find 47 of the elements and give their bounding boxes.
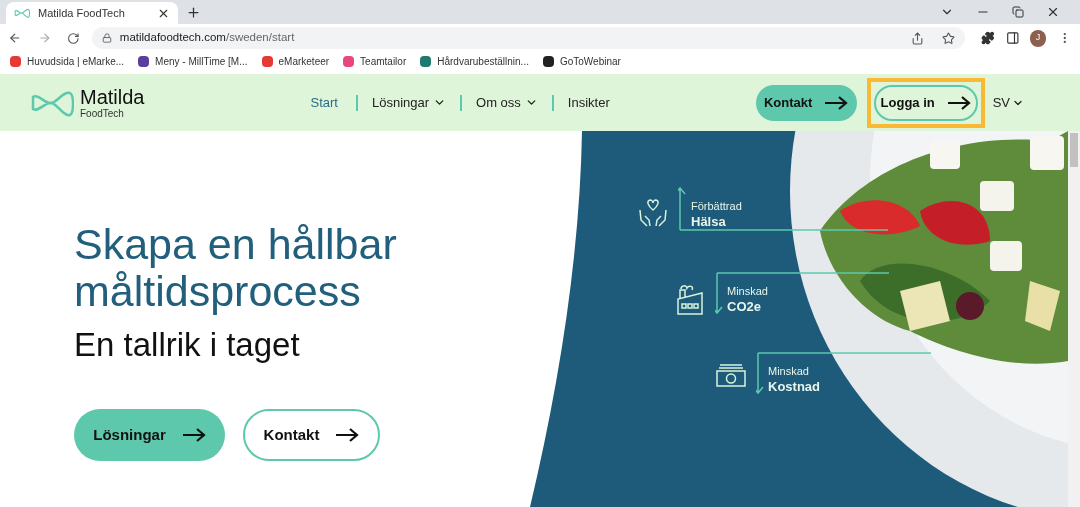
factory-icon bbox=[675, 283, 705, 315]
benefit-value: Kostnad bbox=[768, 378, 820, 396]
close-icon[interactable] bbox=[1046, 5, 1060, 19]
hero-title: Skapa en hållbar måltidsprocess bbox=[74, 221, 398, 316]
profile-avatar[interactable]: J bbox=[1029, 29, 1047, 47]
benefit-value: Hälsa bbox=[691, 213, 727, 231]
side-panel-icon[interactable] bbox=[1006, 31, 1020, 45]
arrow-icon bbox=[824, 95, 849, 110]
bookmark-star-icon[interactable] bbox=[941, 31, 955, 45]
new-tab-icon[interactable] bbox=[186, 5, 201, 20]
contact-button[interactable]: Kontakt bbox=[755, 84, 857, 121]
logo-icon bbox=[14, 8, 30, 18]
bookmark[interactable]: Teamtailor bbox=[343, 53, 407, 69]
nav-link[interactable]: Start bbox=[310, 92, 342, 113]
nav-link[interactable]: Lösningar bbox=[371, 92, 447, 113]
browser-tab[interactable]: Matilda FoodTech bbox=[6, 2, 178, 24]
restore-icon[interactable] bbox=[1012, 6, 1024, 18]
back-icon[interactable] bbox=[8, 31, 22, 45]
nav-link[interactable]: Insikter bbox=[567, 92, 614, 113]
solutions-button[interactable]: Lösningar bbox=[74, 409, 225, 462]
banknote-icon bbox=[716, 363, 746, 387]
bookmark[interactable]: eMarketeer bbox=[261, 53, 330, 69]
scrollbar[interactable] bbox=[1068, 131, 1080, 507]
heart-hands-icon bbox=[638, 198, 668, 228]
contact-button[interactable]: Kontakt bbox=[243, 409, 380, 462]
share-icon[interactable] bbox=[910, 31, 924, 45]
benefit-label: Minskad bbox=[768, 364, 810, 378]
arrow-icon bbox=[946, 95, 971, 110]
benefit-value: CO2e bbox=[727, 298, 762, 316]
arrow-icon bbox=[181, 428, 206, 443]
bookmark[interactable]: GoToWebinar bbox=[542, 53, 621, 69]
hero-subtitle: En tallrik i taget bbox=[74, 324, 301, 365]
logo-icon bbox=[30, 88, 74, 117]
bookmark[interactable]: Huvudsida | eMarke... bbox=[10, 53, 125, 69]
language-selector[interactable]: SV bbox=[992, 92, 1024, 113]
arrow-icon bbox=[335, 428, 360, 443]
benefit-label: Förbättrad bbox=[691, 199, 742, 213]
lock-icon bbox=[101, 33, 112, 43]
nav-link[interactable]: Om oss bbox=[476, 92, 538, 113]
bookmark[interactable]: Meny - MillTime [M... bbox=[138, 53, 248, 69]
extensions-icon[interactable] bbox=[980, 31, 995, 45]
reload-icon[interactable] bbox=[67, 31, 80, 45]
site-logo[interactable]: Matilda FoodTech bbox=[30, 86, 145, 119]
address-bar[interactable]: matildafoodtech.com/sweden/start bbox=[91, 27, 965, 49]
benefit-label: Minskad bbox=[727, 284, 768, 298]
login-button[interactable]: Logga in bbox=[873, 84, 978, 121]
bookmark[interactable]: Hårdvarubeställnin... bbox=[420, 53, 529, 69]
